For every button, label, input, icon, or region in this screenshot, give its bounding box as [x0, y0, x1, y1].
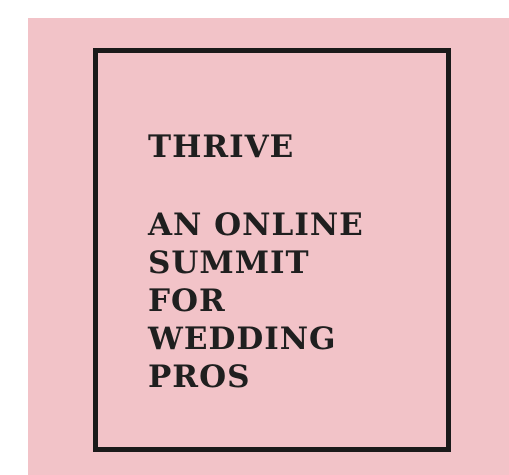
subtitle-line-5: PROS [148, 359, 251, 395]
poster-canvas: THRIVE AN ONLINE SUMMIT FOR WEDDING PROS [0, 0, 509, 475]
poster-text-block: THRIVE AN ONLINE SUMMIT FOR WEDDING PROS [148, 128, 364, 396]
pink-background: THRIVE AN ONLINE SUMMIT FOR WEDDING PROS [28, 18, 509, 475]
subtitle-line-2: SUMMIT [148, 245, 310, 281]
poster-title: THRIVE [148, 129, 295, 165]
subtitle-line-1: AN ONLINE [148, 207, 364, 243]
subtitle-line-4: WEDDING [148, 321, 337, 357]
subtitle-line-3: FOR [148, 283, 226, 319]
